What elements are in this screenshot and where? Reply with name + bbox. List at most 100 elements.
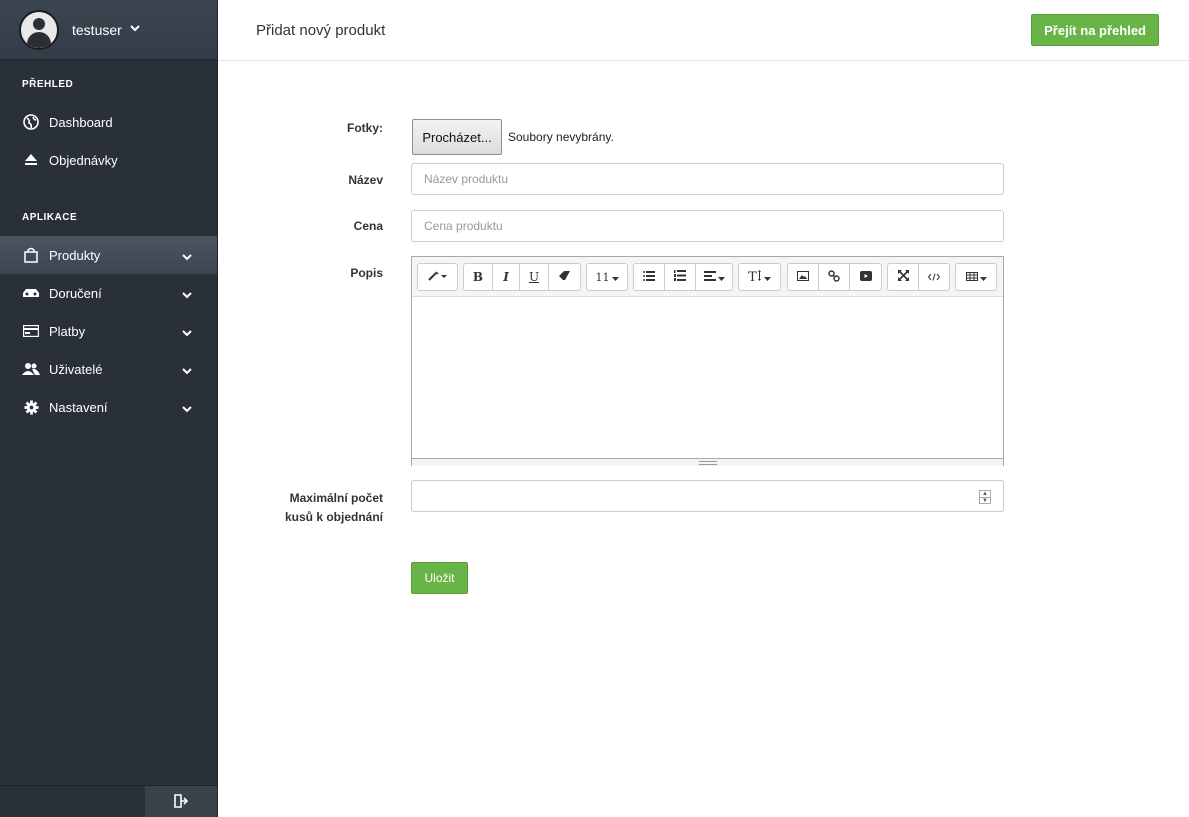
italic-button[interactable]: I [493,264,520,290]
editor-content[interactable] [412,297,1003,458]
toolbar-group-style [417,263,458,291]
chevron-down-icon [182,287,192,302]
chevron-down-icon [182,325,192,340]
insert-table-dropdown[interactable] [956,264,996,290]
toolbar-group-view [887,263,950,291]
page-header: Přidat nový produkt Přejít na přehled [218,0,1189,61]
video-icon [859,270,872,284]
chevron-down-icon [182,401,192,416]
toolbar-group-height: T [738,263,781,291]
save-button[interactable]: Uložit [411,562,468,594]
name-placeholder: Název produktu [424,172,509,186]
section-title-aplikace: APLIKACE [22,212,78,223]
style-button[interactable] [418,264,457,290]
numbered-list-button[interactable] [665,264,696,290]
username: testuser [72,21,122,38]
logout-button[interactable] [145,786,217,817]
avatar [19,9,59,50]
globe-icon [22,114,40,130]
page-title: Přidat nový produkt [256,22,386,39]
bold-button[interactable]: B [464,264,493,290]
sidebar-item-dashboard[interactable]: Dashboard [0,103,217,141]
fullscreen-button[interactable] [888,264,919,290]
text-height-label: T [748,269,757,285]
toolbar-group-insert [787,263,882,291]
list-ol-icon [674,270,686,284]
caret-down-icon [979,270,987,284]
browse-button[interactable]: Procházet... [412,119,502,155]
caret-down-icon [611,270,619,284]
underline-button[interactable]: U [520,264,549,290]
max-quantity-label-line1: Maximální počet [289,491,383,505]
number-spinner[interactable]: ▲ ▼ [979,490,991,504]
price-placeholder: Cena produktu [424,219,503,233]
eject-icon [22,152,40,168]
max-quantity-input[interactable]: ▲ ▼ [411,480,1004,512]
editor-resize-handle[interactable] [412,458,1003,466]
sidebar: testuser PŘEHLED Dashboard Objednávky AP… [0,0,218,817]
align-dropdown[interactable] [696,264,732,290]
caret-down-icon [717,270,725,284]
photos-label: Fotky: [347,121,383,135]
gear-icon [22,399,40,415]
user-menu[interactable]: testuser [0,0,217,60]
price-label: Cena [353,219,383,233]
name-label: Název [348,173,383,187]
bullet-list-button[interactable] [634,264,665,290]
sidebar-item-objednavky[interactable]: Objednávky [0,141,217,179]
line-height-dropdown[interactable]: T [739,264,780,290]
sidebar-item-label: Uživatelé [49,361,103,377]
insert-image-button[interactable] [788,264,819,290]
sidebar-item-label: Produkty [49,247,101,263]
sidebar-item-uzivatele[interactable]: Uživatelé [0,350,217,388]
overview-button[interactable]: Přejít na přehled [1031,14,1159,46]
credit-card-icon [22,323,40,339]
sidebar-item-doruceni[interactable]: Doručení [0,274,217,312]
code-view-button[interactable] [919,264,949,290]
code-icon [927,270,941,284]
magic-wand-icon [427,270,448,284]
insert-link-button[interactable] [819,264,850,290]
editor-toolbar: B I U 11 T [412,257,1003,297]
table-icon [965,270,978,284]
image-icon [797,270,809,284]
toolbar-group-font: B I U [463,263,581,291]
sidebar-item-label: Platby [49,323,86,339]
sidebar-item-label: Dashboard [49,114,113,130]
spinner-up-icon[interactable]: ▲ [980,491,990,498]
description-label: Popis [350,266,383,280]
section-title-prehled: PŘEHLED [22,79,74,90]
rich-text-editor: B I U 11 T [411,256,1004,466]
caret-down-icon [763,270,771,284]
chevron-down-icon [182,249,192,264]
insert-video-button[interactable] [850,264,881,290]
sidebar-item-produkty[interactable]: Produkty [0,236,217,274]
font-size-dropdown[interactable]: 11 [587,264,627,290]
sidebar-footer [0,785,218,817]
toolbar-group-table [955,263,997,291]
font-size-value: 11 [595,270,610,284]
no-files-text: Soubory nevybrány. [508,130,614,144]
max-quantity-label-line2: kusů k objednání [284,510,383,524]
sidebar-item-platby[interactable]: Platby [0,312,217,350]
line-height-icon [757,270,761,284]
users-icon [22,361,40,377]
logout-icon [174,793,189,811]
shopping-bag-icon [22,247,40,263]
toolbar-group-fontsize: 11 [586,263,628,291]
eraser-icon [558,270,571,284]
spinner-down-icon[interactable]: ▼ [980,498,990,504]
car-icon [22,285,40,301]
list-ul-icon [643,270,655,284]
sidebar-item-label: Objednávky [49,152,118,168]
max-quantity-label: Maximální počet kusů k objednání [218,489,383,527]
toolbar-group-paragraph [633,263,733,291]
clear-format-button[interactable] [549,264,580,290]
price-input[interactable]: Cena produktu [411,210,1004,242]
sidebar-item-label: Doručení [49,285,102,301]
name-input[interactable]: Název produktu [411,163,1004,195]
fullscreen-icon [897,270,909,284]
sidebar-item-nastaveni[interactable]: Nastavení [0,388,217,426]
align-left-icon [703,270,716,284]
chevron-down-icon [182,363,192,378]
